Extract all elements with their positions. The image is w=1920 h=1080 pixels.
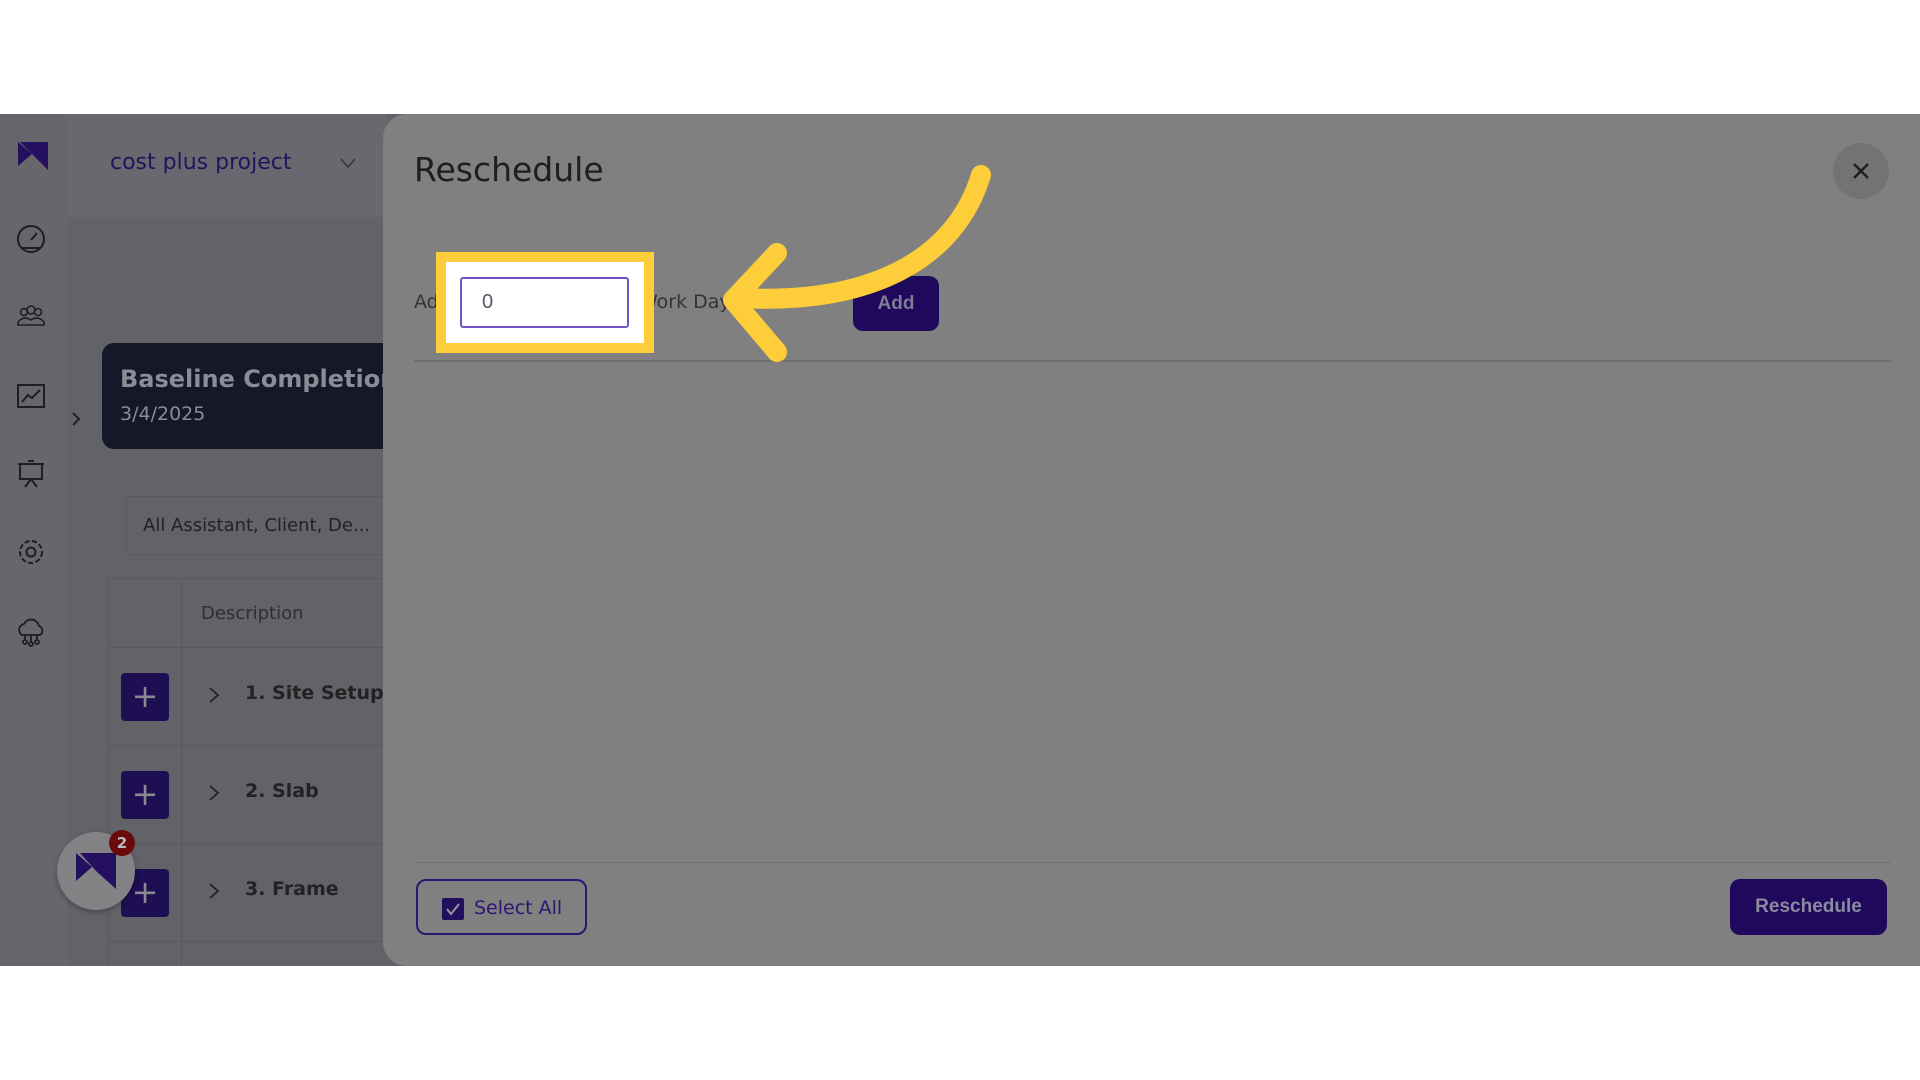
project-selector[interactable]: cost plus project xyxy=(110,150,291,175)
row-label: 1. Site Setup xyxy=(245,682,384,704)
footer-divider xyxy=(414,862,1891,863)
chevron-right-icon[interactable] xyxy=(68,404,86,434)
reschedule-button[interactable]: Reschedule xyxy=(1730,879,1887,935)
table-row[interactable]: +3. Frame xyxy=(109,844,409,942)
chevron-right-icon[interactable] xyxy=(207,878,221,904)
cloud-network-icon[interactable] xyxy=(15,616,47,648)
checkbox-checked-icon[interactable] xyxy=(442,898,464,920)
add-item-button[interactable]: + xyxy=(121,771,169,819)
chevron-down-icon[interactable] xyxy=(339,154,357,172)
baseline-title: Baseline Completion xyxy=(120,365,398,393)
schedule-table: Description +1. Site Setup +2. Slab +3. … xyxy=(108,578,409,966)
chevron-right-icon[interactable] xyxy=(207,780,221,806)
notification-badge: 2 xyxy=(109,830,135,856)
baseline-completion-card: Baseline Completion 3/4/2025 xyxy=(102,343,402,449)
chart-icon[interactable] xyxy=(15,380,47,412)
dashboard-icon[interactable] xyxy=(15,222,47,254)
assignee-filter-dropdown[interactable]: All Assistant, Client, De... xyxy=(126,496,406,555)
work-days-input[interactable] xyxy=(460,277,629,328)
divider xyxy=(414,360,1891,362)
table-header: Description xyxy=(109,578,409,648)
settings-icon[interactable] xyxy=(15,536,47,568)
close-icon xyxy=(1853,163,1869,179)
table-row[interactable]: +2. Slab xyxy=(109,746,409,844)
presentation-icon[interactable] xyxy=(15,458,47,490)
work-days-label: Work Days xyxy=(639,291,741,313)
app: cost plus project Baseline Completion 3/… xyxy=(0,114,1920,966)
add-button[interactable]: Add xyxy=(853,276,939,331)
filter-value: All Assistant, Client, De... xyxy=(143,515,371,536)
project-header: cost plus project xyxy=(67,114,387,217)
row-label: 2. Slab xyxy=(245,780,319,802)
app-logo[interactable] xyxy=(16,140,50,172)
select-all-button[interactable]: Select All xyxy=(416,879,587,935)
table-row[interactable]: +1. Site Setup xyxy=(109,648,409,746)
reschedule-modal: Reschedule Add Work Days Add Select All … xyxy=(383,114,1920,966)
select-all-label: Select All xyxy=(474,897,563,919)
column-description: Description xyxy=(201,603,304,624)
close-button[interactable] xyxy=(1833,143,1889,199)
team-icon[interactable] xyxy=(15,300,47,332)
baseline-date: 3/4/2025 xyxy=(120,403,206,425)
modal-title: Reschedule xyxy=(414,150,604,189)
chevron-right-icon[interactable] xyxy=(207,682,221,708)
add-item-button[interactable]: + xyxy=(121,673,169,721)
sidebar xyxy=(0,114,67,966)
app-logo-icon xyxy=(76,853,116,889)
row-label: 3. Frame xyxy=(245,878,339,900)
